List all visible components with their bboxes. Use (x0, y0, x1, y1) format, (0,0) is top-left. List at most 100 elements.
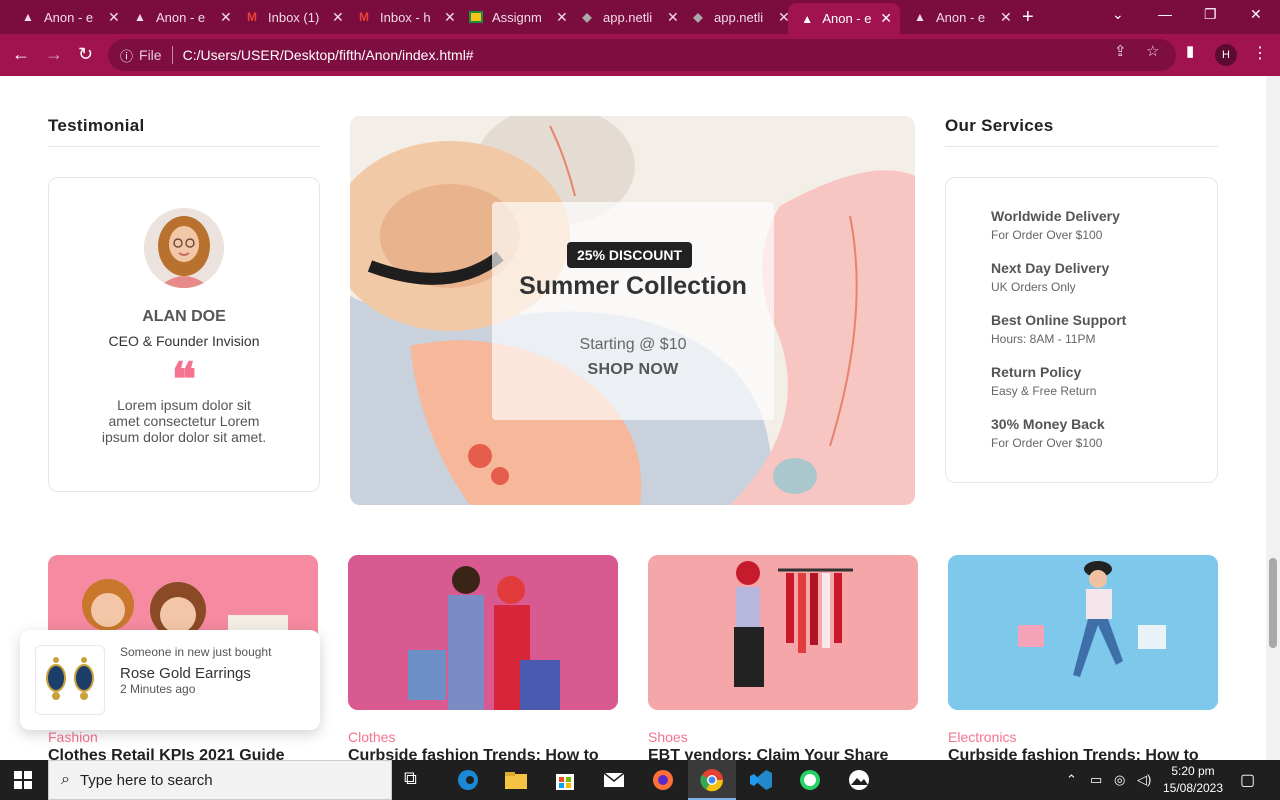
close-icon[interactable]: ✕ (667, 9, 679, 26)
blog-image-electronics[interactable] (948, 555, 1218, 710)
tab-assignment[interactable]: Assignm ✕ (456, 4, 576, 30)
service-title: Worldwide Delivery (991, 208, 1120, 224)
gmail-icon: M (359, 10, 369, 24)
scheme-label: File (139, 47, 162, 63)
volume-icon[interactable]: ◁) (1137, 772, 1151, 788)
profile-avatar[interactable]: H (1215, 44, 1237, 66)
close-icon[interactable]: ✕ (444, 9, 456, 26)
scrollbar-thumb[interactable] (1269, 558, 1277, 648)
tab-netlify-1[interactable]: ◆ app.netli ✕ (567, 4, 687, 30)
divider (945, 146, 1218, 147)
url-text[interactable]: C:/Users/USER/Desktop/fifth/Anon/index.h… (183, 47, 474, 63)
service-subtitle: For Order Over $100 (991, 228, 1103, 242)
info-icon[interactable]: ⓘ (120, 46, 133, 65)
close-icon[interactable]: ✕ (556, 9, 568, 26)
taskbar-search[interactable]: ⌕ Type here to search (48, 760, 392, 800)
blog-category[interactable]: Clothes (348, 729, 395, 745)
page-content: Testimonial ALAN DOE CEO & Founder Invis… (0, 76, 1266, 760)
reload-button[interactable]: ↻ (78, 44, 93, 65)
mail-icon[interactable] (601, 768, 627, 792)
banner-subtitle: Starting @ $10 (579, 336, 687, 353)
notification-product: Rose Gold Earrings (120, 665, 251, 682)
service-title: Best Online Support (991, 312, 1127, 328)
blog-title[interactable]: Curbside fashion Trends: How to (348, 747, 599, 760)
close-icon[interactable]: ✕ (108, 9, 120, 26)
blog-title[interactable]: EBT vendors: Claim Your Share (648, 747, 888, 760)
service-title: Next Day Delivery (991, 260, 1110, 276)
bookmark-star-icon[interactable]: ☆ (1146, 42, 1159, 60)
battery-icon[interactable]: ▭ (1090, 772, 1102, 788)
blog-image-shoes[interactable] (648, 555, 918, 710)
scrollbar[interactable] (1266, 76, 1280, 760)
gmail-icon: M (247, 10, 257, 24)
summer-collection-banner[interactable]: 25% DISCOUNT Summer Collection Starting … (350, 116, 915, 505)
tab-inbox-2[interactable]: M Inbox - h ✕ (344, 4, 464, 30)
blog-category[interactable]: Fashion (48, 729, 98, 745)
blog-image-clothes[interactable] (348, 555, 618, 710)
notification-time: 2 Minutes ago (120, 682, 196, 696)
netlify-icon: ◆ (693, 10, 703, 24)
chevron-up-icon[interactable]: ⌃ (1066, 772, 1077, 788)
netlify-icon: ◆ (582, 10, 592, 24)
close-icon[interactable]: ✕ (220, 9, 232, 26)
menu-icon[interactable]: ⋮ (1252, 43, 1268, 63)
minimize-button[interactable]: — (1158, 6, 1172, 22)
blog-title[interactable]: Clothes Retail KPIs 2021 Guide (48, 747, 285, 760)
tab-label: app.netli (603, 9, 653, 25)
service-subtitle: For Order Over $100 (991, 436, 1103, 450)
tab-search-icon[interactable]: ⌄ (1112, 6, 1124, 23)
tab-anon-2[interactable]: ▲ Anon - e ✕ (120, 4, 240, 30)
chrome-icon (700, 769, 724, 792)
tab-label: Inbox (1) (268, 9, 320, 25)
close-icon[interactable]: ✕ (880, 10, 892, 27)
divider (48, 146, 320, 147)
testimonial-text: Lorem ipsum dolor sit amet consectetur L… (101, 397, 267, 445)
tab-anon-1[interactable]: ▲ Anon - e ✕ (8, 4, 128, 30)
testimonial-name: ALAN DOE (142, 308, 226, 325)
tab-netlify-2[interactable]: ◆ app.netli ✕ (678, 4, 798, 30)
testimonial-heading: Testimonial (48, 116, 145, 135)
tab-inbox-1[interactable]: M Inbox (1) ✕ (232, 4, 352, 30)
back-button[interactable]: ← (12, 44, 30, 65)
restore-button[interactable]: ❐ (1204, 6, 1217, 23)
tab-strip: ▲ Anon - e ✕ ▲ Anon - e ✕ M Inbox (1) ✕ … (0, 0, 1280, 34)
windows-start-icon[interactable] (14, 771, 32, 789)
photos-icon[interactable] (846, 768, 872, 792)
tab-label: Inbox - h (380, 9, 431, 25)
testimonial-card: ALAN DOE CEO & Founder Invision ❝ Lorem … (48, 177, 320, 492)
close-icon[interactable]: ✕ (1000, 9, 1012, 26)
new-tab-button[interactable]: + (1022, 6, 1034, 29)
tab-anon-active[interactable]: ▲ Anon - e ✕ (788, 3, 900, 34)
blog-category[interactable]: Electronics (948, 729, 1016, 745)
edge-icon[interactable] (455, 768, 481, 792)
firefox-icon[interactable] (650, 768, 676, 792)
shop-now-link[interactable]: SHOP NOW (492, 361, 774, 379)
browser-toolbar: ← → ↻ ⓘ File C:/Users/USER/Desktop/fifth… (0, 34, 1280, 76)
tab-anon-3[interactable]: ▲ Anon - e ✕ (900, 4, 1020, 30)
service-item: 30% Money Back For Order Over $100 (991, 416, 1105, 450)
clock[interactable]: 5:20 pm 15/08/2023 (1162, 764, 1224, 795)
purchase-notification-toast[interactable]: Someone in new just bought Rose Gold Ear… (20, 630, 320, 730)
address-bar[interactable]: ⓘ File C:/Users/USER/Desktop/fifth/Anon/… (108, 39, 1176, 71)
vscode-icon[interactable] (748, 768, 774, 792)
store-icon[interactable] (552, 768, 578, 792)
notifications-icon[interactable]: ▢ (1240, 770, 1255, 790)
network-icon[interactable]: ◎ (1114, 772, 1125, 788)
whatsapp-icon[interactable] (797, 768, 823, 792)
search-icon: ⌕ (61, 771, 70, 788)
blog-category[interactable]: Shoes (648, 729, 688, 745)
notification-message: Someone in new just bought (120, 645, 272, 659)
file-explorer-icon[interactable] (503, 768, 529, 792)
close-window-button[interactable]: ✕ (1250, 6, 1262, 23)
task-view-icon[interactable]: ⧉ (404, 768, 430, 792)
anon-logo-icon: ▲ (914, 10, 926, 24)
chrome-taskbar-button[interactable] (688, 760, 736, 800)
service-item: Best Online Support Hours: 8AM - 11PM (991, 312, 1126, 346)
service-title: 30% Money Back (991, 416, 1105, 432)
blog-title[interactable]: Curbside fashion Trends: How to (948, 747, 1199, 760)
side-panel-icon[interactable]: ▮ (1186, 42, 1194, 60)
close-icon[interactable]: ✕ (332, 9, 344, 26)
forward-button[interactable]: → (45, 44, 63, 65)
share-icon[interactable]: ⇪ (1114, 42, 1127, 60)
service-item: Next Day Delivery UK Orders Only (991, 260, 1109, 294)
